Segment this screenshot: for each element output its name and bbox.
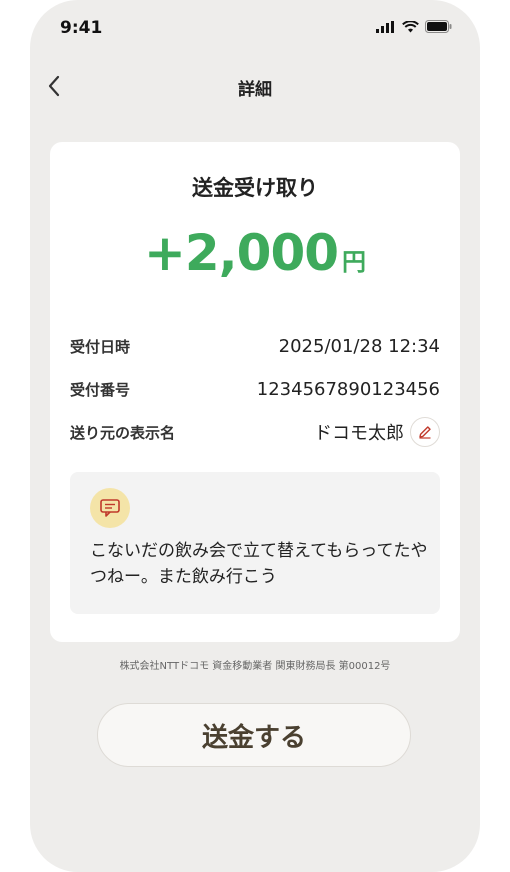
status-icons [376,20,452,33]
battery-icon [425,20,452,33]
sender-name-group: ドコモ太郎 [314,417,440,447]
detail-value: ドコモ太郎 [314,423,404,444]
detail-row-number: 受付番号 1234567890123456 [70,373,440,405]
detail-label: 受付番号 [70,380,131,399]
currency-label: 円 [342,248,367,276]
detail-label: 受付日時 [70,337,131,356]
detail-value: 2025/01/28 12:34 [278,335,440,357]
edit-name-button[interactable] [410,417,440,447]
amount-value: +2,000 [143,224,339,282]
navigation-bar: 詳細 [30,66,480,106]
signal-icon [376,20,394,33]
transaction-type: 送金受け取り [192,176,318,200]
transaction-card: 送金受け取り +2,000 円 受付日時 2025/01/28 12:34 受付番… [50,142,460,642]
legal-footer: 株式会社NTTドコモ 資金移動業者 関東財務局長 第00012号 [119,661,391,672]
detail-value: 1234567890123456 [256,378,440,400]
status-time: 9:41 [60,18,103,38]
detail-row-sender: 送り元の表示名 ドコモ太郎 [70,416,440,448]
pencil-icon [419,426,431,439]
message-icon [90,488,130,528]
detail-row-date: 受付日時 2025/01/28 12:34 [70,330,440,362]
wifi-icon [402,20,419,32]
message-box: こないだの飲み会で立て替えてもらってたやつねー。また飲み行こう [70,472,440,614]
page-title: 詳細 [238,80,272,100]
detail-label: 送り元の表示名 [70,423,176,442]
send-money-button[interactable]: 送金する [97,703,411,767]
message-text: こないだの飲み会で立て替えてもらってたやつねー。また飲み行こう [90,541,428,587]
phone-screen: 9:41 詳細 送金受け取り +2,000 円 受付日時 2025/01/28 … [30,0,480,872]
amount-display: +2,000 円 [50,224,460,282]
speech-bubble-icon [100,499,120,517]
